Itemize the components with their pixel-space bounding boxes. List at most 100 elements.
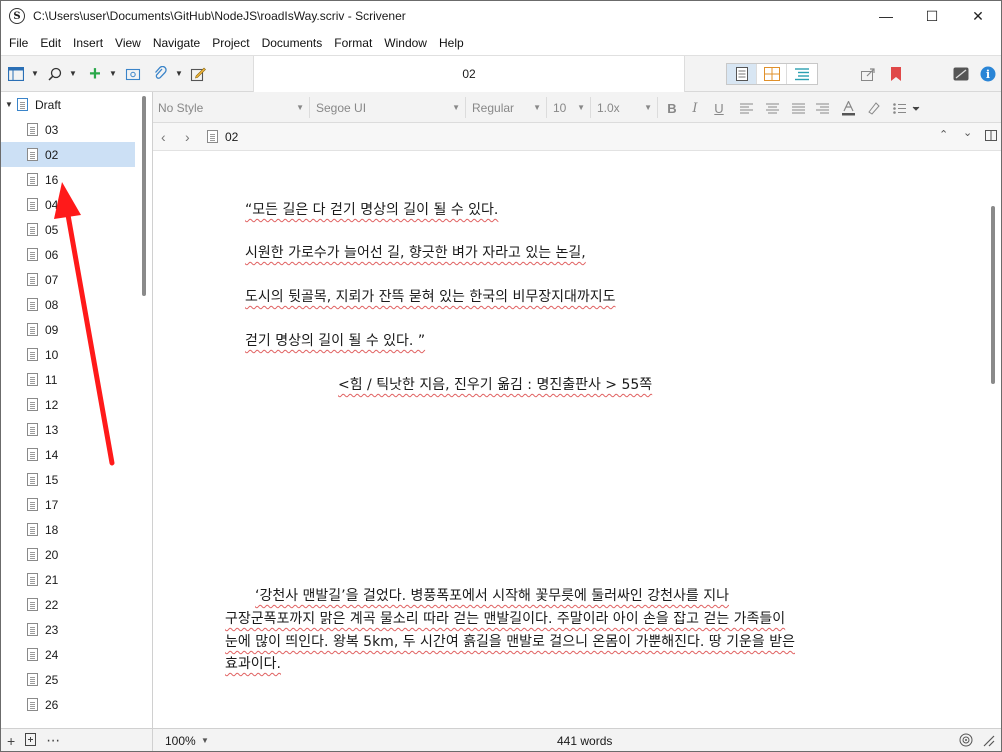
previous-document-icon[interactable]: ⌃ — [939, 128, 948, 141]
bold-button[interactable]: B — [663, 98, 681, 118]
add-document-icon[interactable]: + — [85, 63, 105, 85]
italic-button[interactable]: I — [686, 98, 704, 118]
close-button[interactable]: ✕ — [955, 1, 1001, 31]
add-caret-icon[interactable]: ▼ — [109, 69, 117, 78]
next-document-icon[interactable]: ⌄ — [963, 126, 972, 139]
weight-select[interactable]: Regular ▼ — [467, 97, 547, 118]
binder-item-23[interactable]: 23 — [1, 617, 135, 642]
binder-item-22[interactable]: 22 — [1, 592, 135, 617]
attach-caret-icon[interactable]: ▼ — [175, 69, 183, 78]
add-item-icon[interactable]: + — [7, 733, 15, 749]
add-folder-icon[interactable] — [25, 732, 37, 749]
menu-navigate[interactable]: Navigate — [147, 31, 206, 55]
corkboard-view-button[interactable] — [757, 64, 787, 84]
binder-item-02[interactable]: 02 — [1, 142, 135, 167]
align-left-icon[interactable] — [737, 98, 755, 118]
binder-scrollbar[interactable] — [142, 96, 146, 296]
title-bar: S C:\Users\user\Documents\GitHub\NodeJS\… — [1, 1, 1001, 31]
quick-edit-icon[interactable] — [188, 64, 208, 84]
outliner-view-button[interactable] — [787, 64, 817, 84]
binder-item-03[interactable]: 03 — [1, 117, 135, 142]
list-format-icon[interactable] — [892, 98, 922, 118]
document-icon — [27, 673, 38, 686]
binder-item-18[interactable]: 18 — [1, 517, 135, 542]
menu-edit[interactable]: Edit — [34, 31, 67, 55]
menu-documents[interactable]: Documents — [256, 31, 329, 55]
document-title-field[interactable]: 02 — [253, 56, 685, 92]
menu-format[interactable]: Format — [328, 31, 378, 55]
document-icon — [27, 223, 38, 236]
maximize-button[interactable]: ☐ — [909, 1, 955, 31]
scrivenings-view-button[interactable] — [727, 64, 757, 84]
binder-item-24[interactable]: 24 — [1, 642, 135, 667]
binder-item-15[interactable]: 15 — [1, 467, 135, 492]
folder-trash-icon[interactable] — [123, 64, 143, 84]
binder-sidebar: ▼ Draft 03 02 16 04 05 06 07 08 09 10 11 12 13 14 15 17… — [1, 92, 153, 728]
share-icon[interactable] — [859, 64, 879, 84]
binder-toggle-icon[interactable] — [6, 64, 26, 84]
binder-item-11[interactable]: 11 — [1, 367, 135, 392]
align-justify-icon[interactable] — [789, 98, 807, 118]
binder-item-25[interactable]: 25 — [1, 667, 135, 692]
binder-root-draft[interactable]: ▼ Draft — [1, 92, 135, 117]
document-icon — [27, 623, 38, 636]
binder-item-05[interactable]: 05 — [1, 217, 135, 242]
line-spacing-select[interactable]: 1.0x ▼ — [592, 97, 658, 118]
document-icon — [27, 298, 38, 311]
menu-help[interactable]: Help — [433, 31, 470, 55]
binder-item-20[interactable]: 20 — [1, 542, 135, 567]
menu-file[interactable]: File — [3, 31, 34, 55]
layout-caret-icon[interactable]: ▼ — [31, 69, 39, 78]
document-icon — [27, 698, 38, 711]
search-icon[interactable] — [45, 64, 65, 84]
highlight-icon[interactable] — [864, 98, 882, 118]
text-color-icon[interactable] — [839, 98, 857, 118]
disclosure-expanded-icon[interactable]: ▼ — [5, 100, 13, 109]
document-icon — [27, 323, 38, 336]
forward-arrow-icon[interactable]: › — [185, 129, 199, 145]
menu-project[interactable]: Project — [206, 31, 255, 55]
size-select[interactable]: 10 ▼ — [548, 97, 591, 118]
underline-button[interactable]: U — [710, 98, 728, 118]
split-editor-icon[interactable] — [985, 130, 997, 144]
binder-item-14[interactable]: 14 — [1, 442, 135, 467]
binder-item-13[interactable]: 13 — [1, 417, 135, 442]
binder-item-21[interactable]: 21 — [1, 567, 135, 592]
zoom-level[interactable]: 100% — [165, 734, 196, 748]
binder-item-09[interactable]: 09 — [1, 317, 135, 342]
binder-item-label: 25 — [45, 672, 59, 687]
menu-window[interactable]: Window — [378, 31, 433, 55]
more-options-icon[interactable]: ⋯ — [46, 732, 60, 749]
back-arrow-icon[interactable]: ‹ — [161, 129, 175, 145]
binder-item-26[interactable]: 26 — [1, 692, 135, 717]
binder-item-04[interactable]: 04 — [1, 192, 135, 217]
compose-mode-icon[interactable] — [951, 64, 971, 84]
binder-item-07[interactable]: 07 — [1, 267, 135, 292]
zoom-caret-icon[interactable]: ▼ — [201, 736, 209, 745]
editor-pane[interactable]: “모든 길은 다 걷기 명상의 길이 될 수 있다. 시원한 가로수가 늘어선 … — [153, 151, 1001, 728]
editor-scrollbar[interactable] — [991, 206, 995, 384]
binder-item-16[interactable]: 16 — [1, 167, 135, 192]
binder-item-12[interactable]: 12 — [1, 392, 135, 417]
bookmark-icon[interactable] — [886, 64, 906, 84]
font-select[interactable]: Segoe UI ▼ — [311, 97, 466, 118]
style-select[interactable]: No Style ▼ — [153, 97, 310, 118]
resize-grip-icon[interactable] — [981, 733, 995, 750]
style-caret-icon: ▼ — [296, 103, 304, 112]
editor-paragraph-line-2: 구장군폭포까지 맑은 계곡 물소리 따라 걷는 맨발길이다. 주말이라 아이 손… — [225, 611, 786, 627]
binder-item-08[interactable]: 08 — [1, 292, 135, 317]
align-center-icon[interactable] — [763, 98, 781, 118]
info-icon[interactable]: i — [978, 64, 998, 84]
menu-view[interactable]: View — [109, 31, 147, 55]
binder-item-label: 08 — [45, 297, 59, 312]
binder-item-10[interactable]: 10 — [1, 342, 135, 367]
menu-insert[interactable]: Insert — [67, 31, 109, 55]
minimize-button[interactable]: — — [863, 1, 909, 31]
binder-item-17[interactable]: 17 — [1, 492, 135, 517]
corkboard-icon — [763, 67, 780, 81]
binder-item-06[interactable]: 06 — [1, 242, 135, 267]
target-icon[interactable] — [959, 733, 973, 750]
search-caret-icon[interactable]: ▼ — [69, 69, 77, 78]
paperclip-icon[interactable] — [150, 64, 170, 84]
align-right-icon[interactable] — [813, 98, 831, 118]
